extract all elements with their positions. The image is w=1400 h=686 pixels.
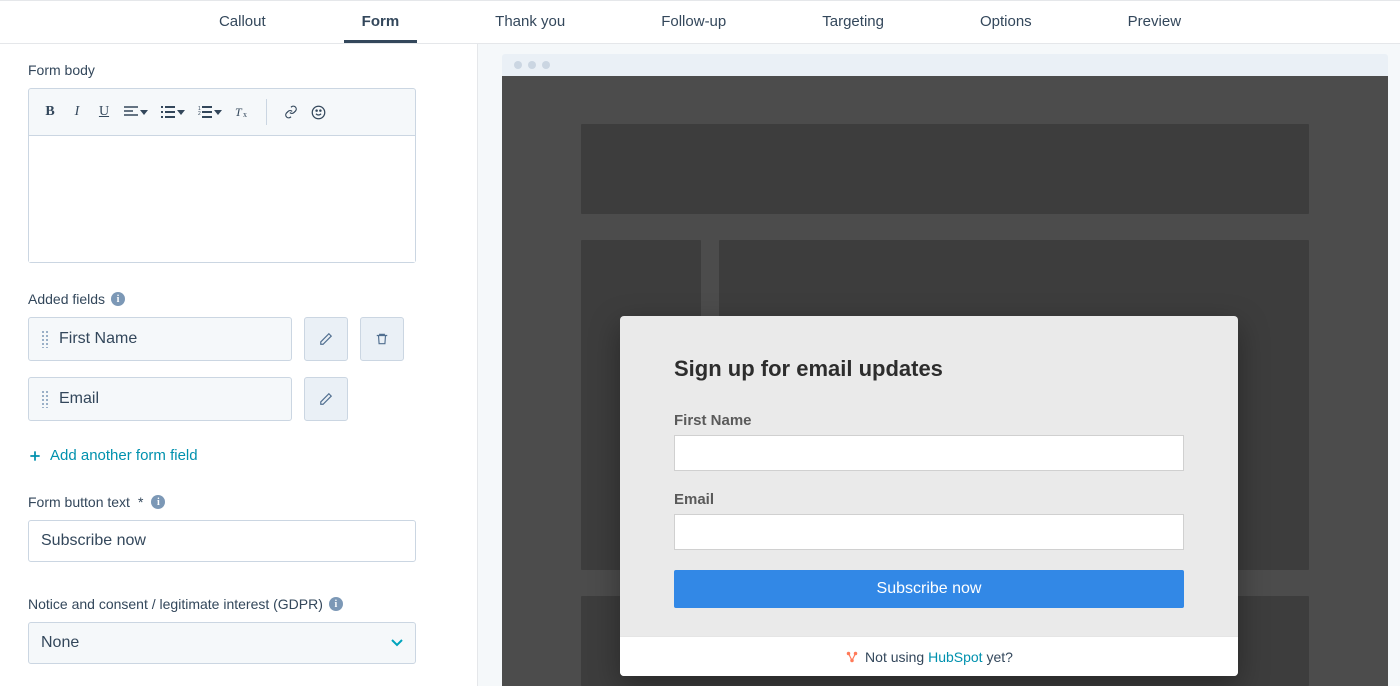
button-text-input[interactable] [28,520,416,562]
popup-first-name-input[interactable] [674,435,1184,471]
popup-field-label: Email [674,491,1184,508]
edit-field-button[interactable] [304,377,348,421]
preview-panel: Sign up for email updates First Name Ema… [478,44,1400,686]
edit-field-button[interactable] [304,317,348,361]
tab-preview[interactable]: Preview [1110,1,1199,43]
popup-footer[interactable]: Not using HubSpot yet? [620,636,1238,676]
field-label: First Name [59,330,137,348]
gdpr-selected-value: None [41,634,79,652]
popup-submit-button[interactable]: Subscribe now [674,570,1184,608]
italic-button[interactable]: I [70,104,84,120]
gdpr-label: Notice and consent / legitimate interest… [28,596,449,612]
button-text-label: Form button text* i [28,494,449,510]
window-dot [528,61,536,69]
popup-email-input[interactable] [674,514,1184,550]
editor-panel: Form body B I U 12 Tx [0,44,478,686]
window-dot [542,61,550,69]
tab-thank-you[interactable]: Thank you [477,1,583,43]
clear-formatting-button[interactable]: Tx [235,105,249,119]
editor-toolbar: B I U 12 Tx [29,89,415,136]
tab-form[interactable]: Form [344,1,418,43]
svg-text:2: 2 [198,111,201,117]
bold-button[interactable]: B [43,104,57,120]
form-body-label: Form body [28,62,449,78]
placeholder-block [581,124,1309,214]
underline-button[interactable]: U [97,104,111,120]
footer-text: Not using [865,649,928,665]
field-first-name[interactable]: First Name [28,317,292,361]
info-icon[interactable]: i [329,597,343,611]
list-ordered-dropdown[interactable] [161,106,185,118]
builder-tabs: Callout Form Thank you Follow-up Targeti… [0,0,1400,44]
drag-handle-icon[interactable] [41,390,49,408]
added-fields-label: Added fields i [28,291,449,307]
footer-brand: HubSpot [928,649,982,665]
footer-text: yet? [983,649,1013,665]
window-dot [514,61,522,69]
popup-form: Sign up for email updates First Name Ema… [620,316,1238,676]
tab-options[interactable]: Options [962,1,1050,43]
field-email[interactable]: Email [28,377,292,421]
preview-browser-chrome: Sign up for email updates First Name Ema… [502,54,1388,686]
list-unordered-dropdown[interactable]: 12 [198,106,222,118]
gdpr-select[interactable]: None [28,622,416,664]
align-dropdown[interactable] [124,106,148,118]
tab-targeting[interactable]: Targeting [804,1,902,43]
info-icon[interactable]: i [151,495,165,509]
rich-text-editor: B I U 12 Tx [28,88,416,263]
info-icon[interactable]: i [111,292,125,306]
field-row-first-name: First Name [28,317,449,361]
tab-follow-up[interactable]: Follow-up [643,1,744,43]
chevron-down-icon [391,634,403,652]
link-button[interactable] [284,105,298,119]
popup-title: Sign up for email updates [674,356,1184,382]
emoji-button[interactable] [311,105,325,120]
svg-text:x: x [243,110,247,119]
hubspot-icon [845,650,859,664]
drag-handle-icon[interactable] [41,330,49,348]
field-row-email: Email [28,377,449,421]
editor-textarea[interactable] [29,136,415,262]
preview-viewport: Sign up for email updates First Name Ema… [502,76,1388,686]
svg-text:T: T [235,105,243,119]
popup-field-label: First Name [674,412,1184,429]
field-label: Email [59,390,99,408]
delete-field-button[interactable] [360,317,404,361]
tab-callout[interactable]: Callout [201,1,284,43]
add-field-link[interactable]: Add another form field [28,447,449,464]
